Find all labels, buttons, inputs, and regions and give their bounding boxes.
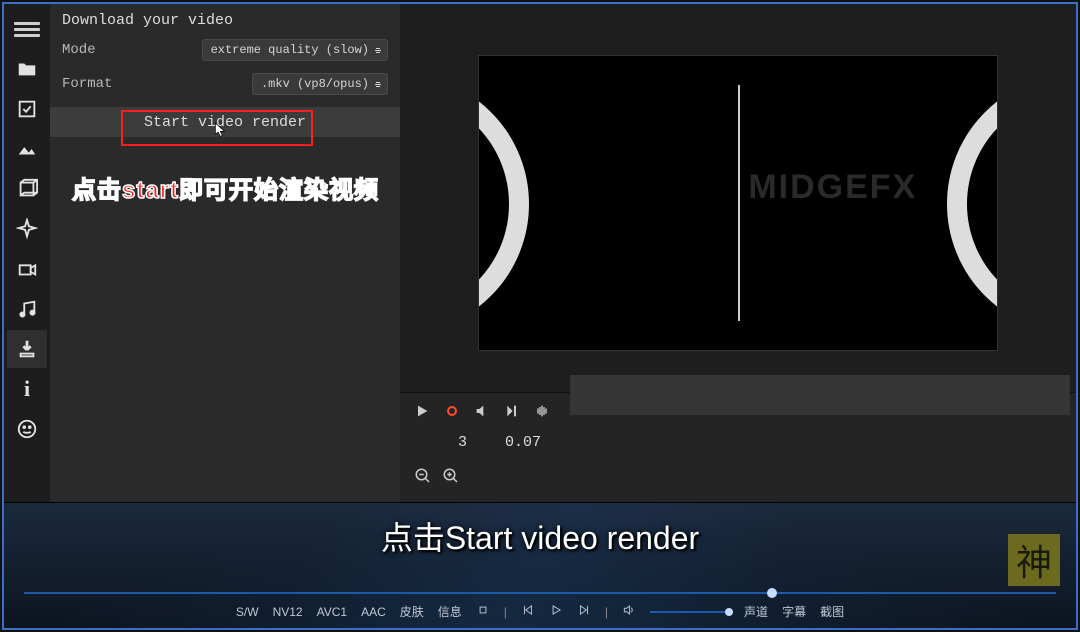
- cube-icon[interactable]: [7, 170, 47, 208]
- play-icon[interactable]: [414, 403, 430, 424]
- format-label: Format: [62, 76, 112, 92]
- video-preview[interactable]: MIDGEFX: [478, 55, 998, 351]
- download-icon[interactable]: [7, 330, 47, 368]
- screenshot-button[interactable]: 截图: [820, 603, 844, 620]
- player-play-icon[interactable]: [549, 603, 563, 620]
- audio-track-button[interactable]: 声道: [744, 603, 768, 620]
- waveform-icon[interactable]: [534, 403, 550, 424]
- frame-number: 3: [458, 434, 467, 451]
- volume-icon[interactable]: [622, 603, 636, 620]
- sep2: |: [605, 605, 608, 619]
- lens-shape-right: [947, 74, 998, 334]
- checkbox-icon[interactable]: [7, 90, 47, 128]
- mute-icon[interactable]: [474, 403, 490, 424]
- corner-watermark: 神: [1008, 534, 1060, 586]
- camera-icon[interactable]: [7, 250, 47, 288]
- progress-bar[interactable]: [24, 592, 1056, 594]
- start-render-button[interactable]: Start video render: [50, 107, 400, 137]
- step-icon[interactable]: [504, 403, 520, 424]
- time-value: 0.07: [505, 434, 541, 451]
- info-icon[interactable]: i: [7, 370, 47, 408]
- next-icon[interactable]: [577, 603, 591, 620]
- lens-shape-left: [478, 74, 529, 334]
- main-area: i Download your video Mode extreme quali…: [4, 4, 1076, 502]
- smiley-icon[interactable]: [7, 410, 47, 448]
- prev-icon[interactable]: [521, 603, 535, 620]
- panel-title: Download your video: [50, 4, 400, 33]
- app-frame: i Download your video Mode extreme quali…: [2, 2, 1078, 630]
- vertical-divider: [738, 85, 740, 320]
- tutorial-video-area: 点击Start video render 神 S/W NV12 AVC1 AAC…: [4, 502, 1076, 628]
- format-row: Format .mkv (vp8/opus): [50, 67, 400, 101]
- folder-icon[interactable]: [7, 50, 47, 88]
- codec-avc1[interactable]: AVC1: [317, 605, 347, 619]
- annotation-text: 点击start即可开始渲染视频: [72, 170, 379, 205]
- download-panel: Download your video Mode extreme quality…: [50, 4, 400, 502]
- video-subtitle: 点击Start video render: [4, 513, 1076, 559]
- mode-select[interactable]: extreme quality (slow): [202, 39, 388, 61]
- stop-icon[interactable]: [476, 603, 490, 620]
- skin-button[interactable]: 皮肤: [400, 603, 424, 620]
- codec-sw[interactable]: S/W: [236, 605, 259, 619]
- timeline-strip[interactable]: [570, 375, 1070, 415]
- left-icon-bar: i: [4, 4, 50, 502]
- codec-aac[interactable]: AAC: [361, 605, 386, 619]
- info-button[interactable]: 信息: [438, 603, 462, 620]
- progress-thumb[interactable]: [767, 588, 777, 598]
- format-select[interactable]: .mkv (vp8/opus): [252, 73, 388, 95]
- hamburger-icon[interactable]: [7, 10, 47, 48]
- codec-nv12[interactable]: NV12: [273, 605, 303, 619]
- preview-watermark: MIDGEFX: [748, 168, 917, 207]
- right-column: MIDGEFX 3 0.07: [400, 4, 1076, 502]
- mode-label: Mode: [62, 42, 96, 58]
- playback-numbers: 3 0.07: [458, 434, 1062, 451]
- mode-row: Mode extreme quality (slow): [50, 33, 400, 67]
- player-controls-bar: S/W NV12 AVC1 AAC 皮肤 信息 | | 声道 字幕 截图: [4, 603, 1076, 620]
- volume-slider[interactable]: [650, 611, 730, 613]
- image-icon[interactable]: [7, 130, 47, 168]
- sep: |: [504, 605, 507, 619]
- preview-wrap: MIDGEFX: [400, 4, 1076, 392]
- zoom-out-icon[interactable]: [414, 467, 432, 490]
- start-render-label: Start video render: [144, 114, 306, 131]
- zoom-row: [414, 467, 1062, 490]
- music-icon[interactable]: [7, 290, 47, 328]
- record-icon[interactable]: [444, 403, 460, 424]
- sparkle-icon[interactable]: [7, 210, 47, 248]
- subtitle-button[interactable]: 字幕: [782, 603, 806, 620]
- zoom-in-icon[interactable]: [442, 467, 460, 490]
